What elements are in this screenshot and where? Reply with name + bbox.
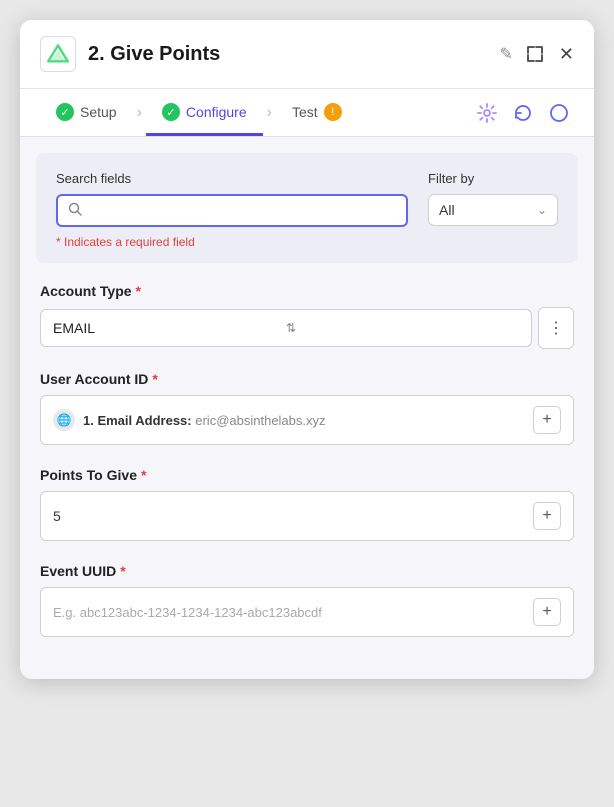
search-col: Search fields [56,171,408,227]
tab-setup[interactable]: ✓ Setup [40,89,133,136]
account-type-row: EMAIL ⇅ ⋮ [40,307,574,349]
sparkle-button[interactable] [476,102,498,124]
account-type-more-button[interactable]: ⋮ [538,307,574,349]
header-actions: ✕ [525,44,574,65]
modal-title: 2. Give Points [88,43,482,66]
search-icon [68,202,82,219]
search-label: Search fields [56,171,408,186]
points-value: 5 [53,508,533,524]
user-account-id-group: User Account ID * 🌐 1. Email Address: er… [40,371,574,445]
test-warn-icon: ! [324,103,342,121]
points-row: 5 + [40,491,574,541]
email-step-icon: 🌐 [53,409,75,431]
expand-button[interactable] [525,44,545,64]
required-star-2: * [152,371,157,387]
account-type-select[interactable]: EMAIL ⇅ [40,309,532,347]
required-star-3: * [141,467,146,483]
account-type-group: Account Type * EMAIL ⇅ ⋮ [40,283,574,349]
user-account-plus-button[interactable]: + [533,406,561,434]
circle-button[interactable] [548,102,570,124]
chevron-down-icon: ⌄ [537,203,547,217]
nav-tabs: ✓ Setup › ✓ Configure › Test ! [20,89,594,137]
event-uuid-plus-button[interactable]: + [533,598,561,626]
event-uuid-label: Event UUID * [40,563,574,579]
filter-select[interactable]: All Required Optional [439,202,531,218]
updown-icon: ⇅ [286,321,519,335]
modal-header: 2. Give Points ✎ ✕ [20,20,594,89]
filter-select-wrap: All Required Optional ⌄ [428,194,558,226]
close-button[interactable]: ✕ [559,44,574,65]
modal-container: 2. Give Points ✎ ✕ ✓ Setup › ✓ Configure… [20,20,594,679]
filter-label: Filter by [428,171,558,186]
tab-configure[interactable]: ✓ Configure [146,89,263,136]
main-content: Account Type * EMAIL ⇅ ⋮ User Account ID… [20,279,594,679]
search-area: Search fields Filter by All [36,153,578,263]
setup-check-icon: ✓ [56,103,74,121]
required-note: * Indicates a required field [56,235,558,249]
reset-button[interactable] [512,102,534,124]
event-uuid-group: Event UUID * E.g. abc123abc-1234-1234-12… [40,563,574,637]
nav-separator-1: › [133,104,146,122]
filter-col: Filter by All Required Optional ⌄ [428,171,558,226]
search-input-wrap [56,194,408,227]
user-account-text: 1. Email Address: eric@absinthelabs.xyz [83,413,525,428]
event-uuid-placeholder: E.g. abc123abc-1234-1234-1234-abc123abcd… [53,605,533,620]
points-plus-button[interactable]: + [533,502,561,530]
nav-separator-2: › [263,104,276,122]
app-logo [40,36,76,72]
nav-icon-group [476,102,574,124]
account-type-label: Account Type * [40,283,574,299]
tab-test[interactable]: Test ! [276,89,358,136]
search-input[interactable] [90,203,396,219]
user-account-row: 🌐 1. Email Address: eric@absinthelabs.xy… [40,395,574,445]
user-account-id-label: User Account ID * [40,371,574,387]
required-star-4: * [120,563,125,579]
points-to-give-label: Points To Give * [40,467,574,483]
search-row: Search fields Filter by All [56,171,558,227]
required-star-1: * [136,283,141,299]
points-to-give-group: Points To Give * 5 + [40,467,574,541]
event-uuid-row: E.g. abc123abc-1234-1234-1234-abc123abcd… [40,587,574,637]
edit-icon[interactable]: ✎ [500,44,513,64]
configure-check-icon: ✓ [162,103,180,121]
